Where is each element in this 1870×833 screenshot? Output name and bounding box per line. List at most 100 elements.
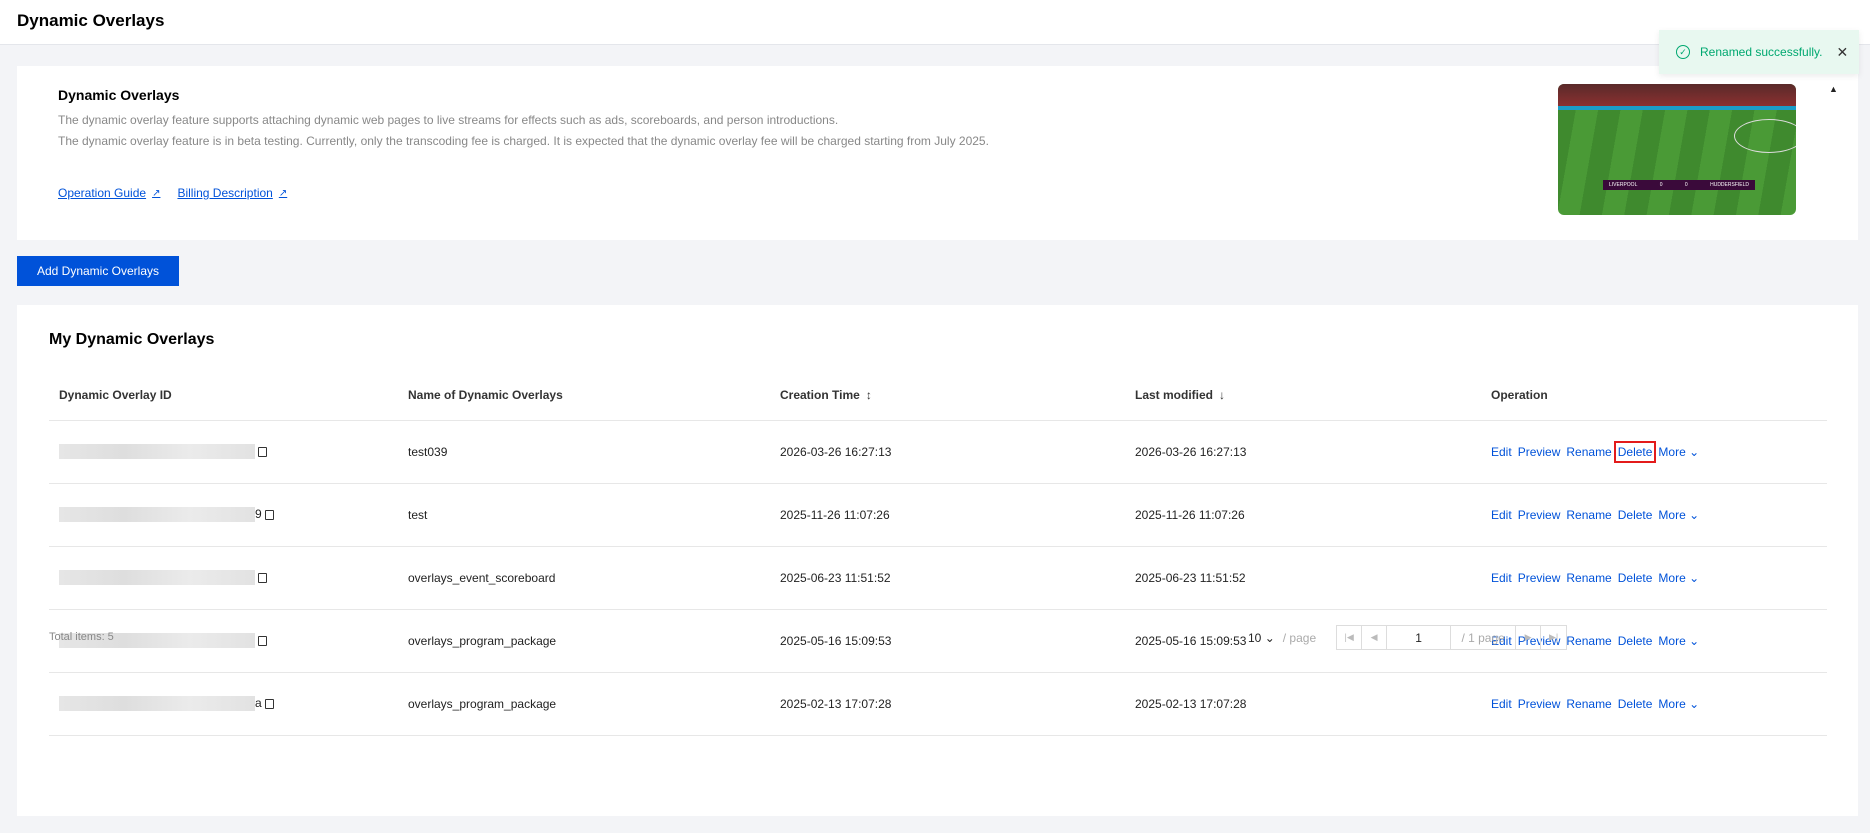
delete-button[interactable]: Delete bbox=[1618, 697, 1653, 711]
add-dynamic-overlays-button[interactable]: Add Dynamic Overlays bbox=[17, 256, 179, 286]
creation-time-cell: 2025-05-16 15:09:53 bbox=[770, 609, 1125, 673]
delete-button[interactable]: Delete bbox=[1618, 508, 1653, 522]
edit-button[interactable]: Edit bbox=[1491, 508, 1512, 522]
column-last-modified[interactable]: Last modified ↓ bbox=[1125, 370, 1481, 421]
external-link-icon: ↗ bbox=[152, 187, 161, 199]
delete-button[interactable]: Delete bbox=[1618, 634, 1653, 648]
rename-button[interactable]: Rename bbox=[1566, 571, 1611, 585]
id-cell bbox=[49, 420, 398, 484]
check-circle-icon: ✓ bbox=[1676, 45, 1690, 59]
operation-cell: Edit Preview Rename Delete More ⌄ bbox=[1481, 672, 1827, 736]
intro-card: Dynamic Overlays The dynamic overlay fea… bbox=[17, 66, 1858, 240]
delete-button[interactable]: Delete bbox=[1618, 571, 1653, 585]
redacted-id bbox=[59, 570, 255, 586]
table-row: overlays_event_scoreboard 2025-06-23 11:… bbox=[49, 546, 1827, 610]
id-suffix: 9 bbox=[255, 506, 262, 521]
preview-button[interactable]: Preview bbox=[1518, 571, 1561, 585]
last-modified-cell: 2025-11-26 11:07:26 bbox=[1125, 483, 1481, 547]
billing-description-link[interactable]: Billing Description ↗ bbox=[177, 186, 287, 200]
link-label: Billing Description bbox=[177, 186, 273, 200]
last-modified-cell: 2025-06-23 11:51:52 bbox=[1125, 546, 1481, 610]
rename-button[interactable]: Rename bbox=[1566, 508, 1611, 522]
creation-time-cell: 2026-03-26 16:27:13 bbox=[770, 420, 1125, 484]
first-page-icon[interactable]: |◀ bbox=[1337, 626, 1363, 649]
overlays-table: Dynamic Overlay ID Name of Dynamic Overl… bbox=[49, 370, 1827, 736]
copy-icon[interactable] bbox=[264, 509, 274, 520]
list-title: My Dynamic Overlays bbox=[49, 331, 215, 348]
preview-button[interactable]: Preview bbox=[1518, 697, 1561, 711]
redacted-id bbox=[59, 444, 255, 460]
sort-descending-icon[interactable]: ↓ bbox=[1219, 388, 1225, 402]
toast-message: Renamed successfully. bbox=[1700, 45, 1823, 59]
link-label: Operation Guide bbox=[58, 186, 147, 200]
edit-button[interactable]: Edit bbox=[1491, 697, 1512, 711]
score-away: 0 bbox=[1684, 182, 1688, 188]
per-page-label: / page bbox=[1282, 630, 1317, 645]
prev-page-icon[interactable]: ◀ bbox=[1362, 626, 1388, 649]
creation-time-cell: 2025-02-13 17:07:28 bbox=[770, 672, 1125, 736]
intro-beta-note: The dynamic overlay feature is in beta t… bbox=[58, 134, 989, 148]
team-away: HUDDERSFIELD bbox=[1710, 182, 1749, 188]
top-bar: Dynamic Overlays bbox=[0, 0, 1870, 45]
rename-button[interactable]: Rename bbox=[1566, 697, 1611, 711]
last-modified-cell: 2025-02-13 17:07:28 bbox=[1125, 672, 1481, 736]
copy-icon[interactable] bbox=[258, 446, 267, 457]
thumbnail-crowd bbox=[1558, 84, 1796, 106]
preview-button[interactable]: Preview bbox=[1518, 508, 1561, 522]
more-button[interactable]: More ⌄ bbox=[1658, 508, 1699, 522]
table-row: test039 2026-03-26 16:27:13 2026-03-26 1… bbox=[49, 420, 1827, 484]
intro-description: The dynamic overlay feature supports att… bbox=[58, 113, 839, 127]
copy-icon[interactable] bbox=[264, 698, 274, 709]
name-cell: overlays_event_scoreboard bbox=[398, 546, 770, 610]
total-items: Total items: 5 bbox=[49, 631, 114, 643]
operation-cell: Edit Preview Rename Delete More ⌄ bbox=[1481, 546, 1827, 610]
name-cell: test039 bbox=[398, 420, 770, 484]
overlays-list-card: My Dynamic Overlays Dynamic Overlay ID N… bbox=[17, 305, 1858, 816]
preview-thumbnail: LIVERPOOL 0 0 HUDDERSFIELD bbox=[1558, 84, 1796, 215]
creation-time-cell: 2025-06-23 11:51:52 bbox=[770, 546, 1125, 610]
column-operation: Operation bbox=[1481, 370, 1827, 421]
score-home: 0 bbox=[1659, 182, 1663, 188]
success-toast: ✓ Renamed successfully. ✕ bbox=[1659, 30, 1859, 74]
scrollbar[interactable] bbox=[1858, 45, 1870, 833]
last-page-icon[interactable]: ▶| bbox=[1541, 626, 1566, 649]
name-cell: overlays_program_package bbox=[398, 609, 770, 673]
thumbnail-adboard bbox=[1558, 106, 1796, 110]
id-cell: 9 bbox=[49, 483, 398, 547]
operation-guide-link[interactable]: Operation Guide ↗ bbox=[58, 186, 160, 200]
next-page-icon[interactable]: ▶ bbox=[1516, 626, 1542, 649]
id-cell: a bbox=[49, 672, 398, 736]
edit-button[interactable]: Edit bbox=[1491, 445, 1512, 459]
team-home: LIVERPOOL bbox=[1609, 182, 1638, 188]
redacted-id bbox=[59, 507, 255, 523]
preview-button[interactable]: Preview bbox=[1518, 445, 1561, 459]
rename-button[interactable]: Rename bbox=[1566, 445, 1611, 459]
thumbnail-pitch-circle bbox=[1734, 119, 1796, 153]
creation-time-cell: 2025-11-26 11:07:26 bbox=[770, 483, 1125, 547]
collapse-triangle-icon[interactable]: ▲ bbox=[1829, 84, 1838, 94]
edit-button[interactable]: Edit bbox=[1491, 571, 1512, 585]
id-suffix: a bbox=[255, 695, 262, 710]
column-creation-time[interactable]: Creation Time ↕ bbox=[770, 370, 1125, 421]
operation-cell: Edit Preview Rename Delete More ⌄ bbox=[1481, 420, 1827, 484]
page-input[interactable]: 1 bbox=[1387, 626, 1452, 649]
more-button[interactable]: More ⌄ bbox=[1658, 697, 1699, 711]
page-size-select[interactable]: 10 ⌄ bbox=[1248, 631, 1275, 645]
table-row: 9 test 2025-11-26 11:07:26 2025-11-26 11… bbox=[49, 483, 1827, 547]
pagination: 10 ⌄ / page |◀ ◀ 1 / 1 page ▶ ▶| bbox=[1248, 625, 1568, 650]
name-cell: overlays_program_package bbox=[398, 672, 770, 736]
copy-icon[interactable] bbox=[258, 572, 267, 583]
column-id: Dynamic Overlay ID bbox=[49, 370, 398, 421]
rename-button[interactable]: Rename bbox=[1566, 634, 1611, 648]
sort-icon[interactable]: ↕ bbox=[866, 388, 872, 402]
operation-cell: Edit Preview Rename Delete More ⌄ bbox=[1481, 483, 1827, 547]
copy-icon[interactable] bbox=[258, 635, 267, 646]
more-button[interactable]: More ⌄ bbox=[1658, 571, 1699, 585]
id-cell bbox=[49, 546, 398, 610]
thumbnail-scoreboard: LIVERPOOL 0 0 HUDDERSFIELD bbox=[1603, 180, 1755, 190]
close-icon[interactable]: ✕ bbox=[1837, 44, 1849, 61]
more-button[interactable]: More ⌄ bbox=[1658, 445, 1699, 459]
more-button[interactable]: More ⌄ bbox=[1658, 634, 1699, 648]
delete-button[interactable]: Delete bbox=[1613, 440, 1657, 463]
external-link-icon: ↗ bbox=[278, 187, 288, 199]
